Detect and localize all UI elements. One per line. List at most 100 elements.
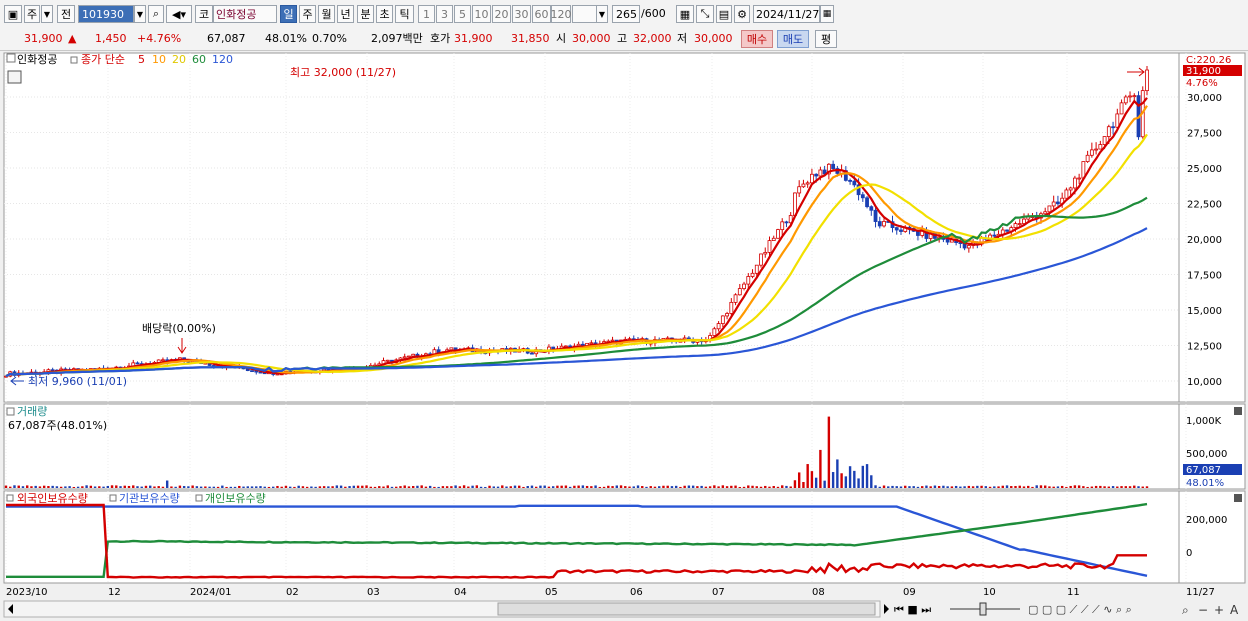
minute-5-button[interactable]: 5 (454, 5, 471, 23)
candle-body (759, 253, 763, 266)
volume-bar (878, 486, 881, 488)
stock-chart[interactable]: 인화정공 종가 단순 5 10 20 60 120 배당락(0.00%) 최고 … (0, 51, 1248, 621)
minute-10-button[interactable]: 10 (472, 5, 491, 23)
volume-bar (246, 486, 249, 488)
count-input[interactable]: 265 (612, 5, 640, 23)
date-input[interactable]: 2024/11/27 (753, 5, 820, 23)
period-tick-tab[interactable]: 틱 (395, 5, 414, 23)
volume-bar (810, 471, 814, 488)
volume-bar (1060, 485, 1064, 488)
zoom-out-icon[interactable]: ⌕ (1182, 603, 1189, 617)
volume-bar (954, 485, 958, 488)
candle-body (1051, 201, 1056, 207)
price-tick-label: 20,000 (1187, 235, 1222, 246)
stock-name: 인화정공 (216, 8, 257, 21)
volume-bar (916, 486, 920, 488)
high-annotation: 최고 32,000 (11/27) (290, 66, 396, 79)
period-week-tab[interactable]: 주 (299, 5, 316, 23)
grid-icon[interactable]: ▦ (676, 5, 694, 23)
holding-close-icon[interactable] (1234, 494, 1242, 502)
custom-period-dropdown-icon[interactable]: ▼ (596, 5, 608, 23)
volume-bar (1005, 485, 1009, 488)
x-tick-label: 2024/01 (190, 587, 232, 598)
volume-bar (437, 486, 440, 488)
minute-60-label: 60 (534, 7, 549, 21)
volume-bar (976, 485, 979, 488)
volume-bar (687, 485, 691, 488)
volume-bar (170, 486, 173, 488)
stock-name-field[interactable]: 인화정공 (213, 5, 277, 23)
volume-toggle-icon[interactable] (6, 407, 15, 416)
buy-button[interactable]: 매수 (741, 30, 773, 48)
candle-body (831, 163, 836, 169)
minute-120-button[interactable]: 120 (551, 5, 572, 23)
volume-tick-500k: 500,000 (1186, 449, 1227, 460)
turnover-rate: 0.70% (312, 32, 347, 45)
prev-button[interactable]: 전 (57, 5, 75, 23)
volume-bar (568, 486, 572, 488)
minute-3-button[interactable]: 3 (436, 5, 453, 23)
compare-icon[interactable]: ⤡ (696, 5, 714, 23)
sell-button[interactable]: 매도 (777, 30, 809, 48)
drawing-tools-icons[interactable]: ▢ ▢ ▢ ⟋ ⟋ ⟋ ∿ ⌕ ⌕ (1028, 603, 1132, 616)
layout-icon[interactable]: ▣ (4, 5, 22, 23)
period-year-tab[interactable]: 년 (337, 5, 354, 23)
volume-bar (764, 485, 767, 488)
volume-bar (577, 485, 580, 488)
candle-body (1022, 218, 1026, 224)
period-second-tab[interactable]: 초 (376, 5, 393, 23)
type-dropdown-icon[interactable]: ▼ (41, 5, 53, 23)
minute-20-button[interactable]: 20 (492, 5, 511, 23)
volume-bar (522, 486, 525, 488)
ma-toggle-icon[interactable] (70, 56, 78, 64)
candle-body (1089, 149, 1094, 156)
volume-bar (904, 485, 907, 488)
calendar-icon[interactable]: ▦ (820, 5, 834, 23)
gear-icon[interactable]: ⚙ (734, 5, 750, 23)
save-icon[interactable]: ▤ (716, 5, 732, 23)
font-size-icon[interactable]: A (1230, 603, 1239, 617)
high-label: 고 (617, 32, 628, 45)
candle-body (1145, 69, 1149, 92)
period-minute-tab[interactable]: 분 (357, 5, 374, 23)
minute-1-button[interactable]: 1 (418, 5, 435, 23)
type-select[interactable]: 주 (24, 5, 40, 23)
individual-toggle-icon[interactable] (195, 494, 203, 502)
period-month-tab[interactable]: 월 (318, 5, 335, 23)
scroll-thumb[interactable] (497, 602, 876, 616)
minute-60-button[interactable]: 60 (532, 5, 551, 23)
volume-bar (535, 486, 538, 488)
candle-body (814, 173, 819, 177)
plus-icon[interactable]: + (1214, 603, 1224, 617)
volume-bar (861, 465, 865, 488)
period-day-tab[interactable]: 일 (280, 5, 297, 23)
code-dropdown-icon[interactable]: ▼ (134, 5, 146, 23)
toolbar: ▣ 주 ▼ 전 101930 ▼ ⌕ ◀▾ 코 인화정공 일 주 월 년 분 초… (0, 0, 1248, 29)
institution-toggle-icon[interactable] (109, 494, 117, 502)
holding-toggle-icon[interactable] (6, 494, 14, 502)
minute-30-button[interactable]: 30 (512, 5, 531, 23)
volume-bar (433, 486, 436, 488)
volume-bar (496, 486, 500, 488)
volume-bar (373, 486, 377, 488)
volume-bar (725, 486, 729, 488)
volume-bar (1035, 485, 1038, 488)
search-icon[interactable]: ⌕ (148, 5, 164, 23)
candle-body (1123, 96, 1128, 104)
code-input[interactable]: 101930 (78, 5, 134, 23)
playback-controls-icon[interactable]: ⏮ ■ ⏭ (894, 603, 931, 616)
market-kind-button[interactable]: 코 (195, 5, 213, 23)
calculator-icon[interactable] (7, 70, 22, 84)
volume-bar (641, 486, 644, 488)
volume-bar (85, 485, 88, 488)
average-button[interactable]: 평 (815, 30, 837, 48)
volume-close-icon[interactable] (1234, 407, 1242, 415)
code-value: 101930 (82, 7, 124, 21)
panel-toggle-icon[interactable] (6, 53, 16, 63)
zoom-slider-thumb[interactable] (979, 602, 987, 616)
candle-body (1064, 189, 1069, 199)
speaker-icon[interactable]: ◀▾ (166, 5, 192, 23)
volume-bar (259, 486, 262, 488)
x-tick-label: 2023/10 (6, 587, 48, 598)
minus-icon[interactable]: − (1198, 603, 1208, 617)
